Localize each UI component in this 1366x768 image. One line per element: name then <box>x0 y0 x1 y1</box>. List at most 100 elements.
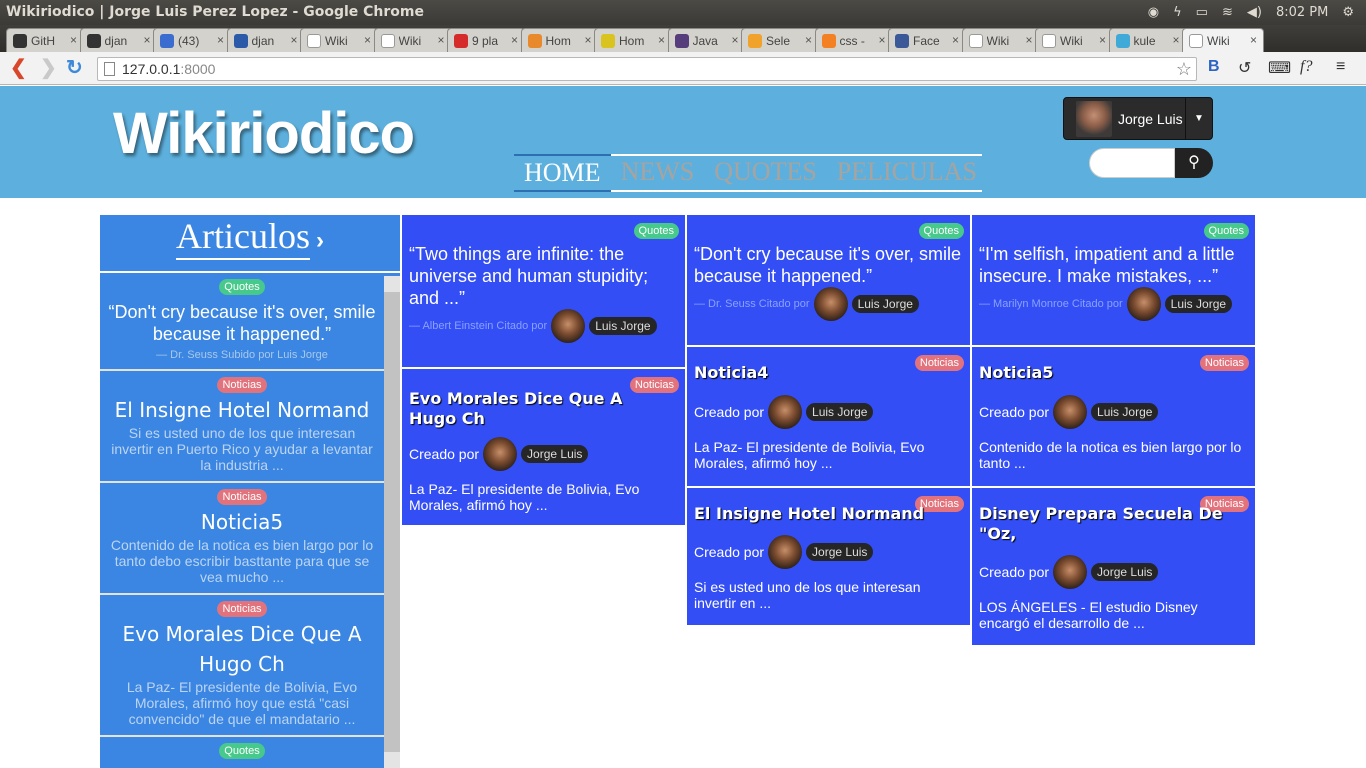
close-icon[interactable]: × <box>511 33 518 47</box>
user-pill[interactable]: Jorge Luis <box>806 543 874 561</box>
quote-card[interactable]: Quotes “Two things are infinite: the uni… <box>402 215 686 368</box>
menu-icon[interactable]: ≡ <box>1336 58 1345 76</box>
list-item[interactable]: Noticias Noticia5 Contenido de la notica… <box>100 483 384 595</box>
close-icon[interactable]: × <box>143 33 150 47</box>
sync-extension-icon[interactable]: ↺ <box>1238 58 1251 78</box>
nav-news[interactable]: NEWS <box>611 156 705 190</box>
card-heading[interactable]: Noticia4 <box>694 363 960 383</box>
close-icon[interactable]: × <box>1025 33 1032 47</box>
battery-icon[interactable]: ▭ <box>1196 0 1208 25</box>
search-input[interactable] <box>1089 148 1175 178</box>
close-icon[interactable]: × <box>1099 33 1106 47</box>
back-icon[interactable]: ❮ <box>10 58 27 78</box>
tab[interactable]: Wiki × <box>1182 28 1264 53</box>
sidebar-scrollbar[interactable] <box>384 276 400 768</box>
nav-quotes[interactable]: QUOTES <box>704 156 827 190</box>
list-item[interactable]: Noticias El Insigne Hotel Normand Si es … <box>100 371 384 483</box>
tab[interactable]: Sele × <box>741 28 819 52</box>
card-heading[interactable]: Disney Prepara Secuela De "Oz, <box>979 504 1245 544</box>
tab[interactable]: kule × <box>1108 28 1187 52</box>
user-pill[interactable]: Luis Jorge <box>851 295 919 313</box>
reload-icon[interactable]: ↻ <box>66 58 83 78</box>
card-heading[interactable]: Noticia5 <box>979 363 1245 383</box>
news-card[interactable]: Noticias Evo Morales Dice Que A Hugo Ch … <box>402 369 686 526</box>
tab[interactable]: Face × <box>888 28 966 52</box>
fonts-extension-icon[interactable]: f? <box>1300 58 1312 76</box>
user-pill[interactable]: Jorge Luis <box>1091 563 1159 581</box>
avatar[interactable] <box>483 437 518 471</box>
close-icon[interactable]: × <box>805 33 812 47</box>
tab[interactable]: Hom × <box>594 28 672 52</box>
list-item[interactable]: Quotes “Don't cry because it's over, smi… <box>100 273 384 371</box>
close-icon[interactable]: × <box>731 33 738 47</box>
close-icon[interactable]: × <box>584 33 591 47</box>
tab[interactable]: (43) × <box>153 28 231 52</box>
news-card[interactable]: Noticias El Insigne Hotel Normand Creado… <box>687 488 971 626</box>
tab[interactable]: Hom × <box>520 28 599 52</box>
close-icon[interactable]: × <box>658 33 665 47</box>
user-menu-button[interactable]: Jorge Luis ▼ <box>1063 97 1213 140</box>
user-pill[interactable]: Luis Jorge <box>1091 403 1159 421</box>
quote-card[interactable]: Quotes “Don't cry because it's over, smi… <box>687 215 971 346</box>
avatar[interactable] <box>1126 287 1161 321</box>
nav-peliculas[interactable]: PELICULAS <box>827 156 987 190</box>
b-extension-icon[interactable]: B <box>1208 58 1220 76</box>
close-icon[interactable]: × <box>1250 33 1257 47</box>
scrollbar-thumb[interactable] <box>384 292 400 752</box>
close-icon[interactable]: × <box>217 33 224 47</box>
list-item-heading[interactable]: El Insigne Hotel Normand <box>100 395 384 425</box>
forward-icon[interactable]: ❯ <box>40 58 57 78</box>
news-card[interactable]: Noticias Noticia5 Creado por Luis Jorge C… <box>972 347 1256 487</box>
site-logo[interactable]: Wikiriodico <box>113 100 415 167</box>
avatar[interactable] <box>813 287 848 321</box>
user-pill[interactable]: Luis Jorge <box>589 317 657 335</box>
close-icon[interactable]: × <box>70 33 77 47</box>
tab[interactable]: GitH × <box>6 28 84 52</box>
tab[interactable]: Java × <box>667 28 746 52</box>
wifi-icon[interactable]: ≋ <box>1222 0 1233 25</box>
tab[interactable]: djan × <box>79 28 158 52</box>
nav-home[interactable]: HOME <box>514 154 611 192</box>
close-icon[interactable]: × <box>878 33 885 47</box>
avatar[interactable] <box>768 535 803 569</box>
card-heading[interactable]: Evo Morales Dice Que A Hugo Ch <box>409 389 675 429</box>
list-item[interactable]: Noticias Evo Morales Dice Que A Hugo Ch … <box>100 595 384 737</box>
avatar[interactable] <box>1053 555 1088 589</box>
close-icon[interactable]: × <box>364 33 371 47</box>
user-pill[interactable]: Luis Jorge <box>806 403 874 421</box>
tab[interactable]: Wiki × <box>373 28 452 52</box>
clock[interactable]: 8:02 PM <box>1276 0 1328 25</box>
settings-gear-icon[interactable]: ⚙ <box>1342 0 1354 25</box>
tab[interactable]: 9 pla × <box>447 28 525 52</box>
power-icon[interactable]: ϟ <box>1173 0 1182 25</box>
tab[interactable]: Wiki × <box>1035 28 1113 52</box>
card-heading[interactable]: El Insigne Hotel Normand <box>694 504 960 524</box>
keyboard-extension-icon[interactable]: ⌨ <box>1268 58 1291 78</box>
tab[interactable]: Wiki × <box>300 28 378 52</box>
user-pill[interactable]: Jorge Luis <box>521 445 589 463</box>
close-icon[interactable]: × <box>952 33 959 47</box>
close-icon[interactable]: × <box>290 33 297 47</box>
tab[interactable]: Wiki × <box>961 28 1040 52</box>
list-item-heading[interactable]: Noticia5 <box>100 507 384 537</box>
volume-icon[interactable]: ◀) <box>1247 0 1262 25</box>
close-icon[interactable]: × <box>1172 33 1179 47</box>
quote-card[interactable]: Quotes “I'm selfish, impatient and a lit… <box>972 215 1256 346</box>
list-item[interactable]: Quotes <box>100 737 384 767</box>
news-card[interactable]: Noticias Noticia4 Creado por Luis Jorge L… <box>687 347 971 487</box>
user-pill[interactable]: Luis Jorge <box>1164 295 1233 313</box>
search-button[interactable]: ⚲ <box>1175 148 1213 178</box>
avatar[interactable] <box>768 395 803 429</box>
bookmark-star-icon[interactable]: ☆ <box>1176 58 1192 80</box>
tab[interactable]: css - × <box>814 28 893 52</box>
avatar[interactable] <box>1053 395 1088 429</box>
list-item-heading[interactable]: Evo Morales Dice Que A Hugo Ch <box>100 619 384 679</box>
tab[interactable]: djan × <box>226 28 305 52</box>
close-icon[interactable]: × <box>437 33 444 47</box>
news-card[interactable]: Noticias Disney Prepara Secuela De "Oz, … <box>972 488 1256 646</box>
avatar[interactable] <box>551 309 586 343</box>
dropdown-caret-icon[interactable]: ▼ <box>1185 98 1212 139</box>
address-bar[interactable]: 127.0.0.1:8000 ☆ <box>97 57 1197 81</box>
spotify-icon[interactable]: ◉ <box>1148 0 1159 25</box>
sidebar-title[interactable]: Articulos › <box>100 215 400 273</box>
